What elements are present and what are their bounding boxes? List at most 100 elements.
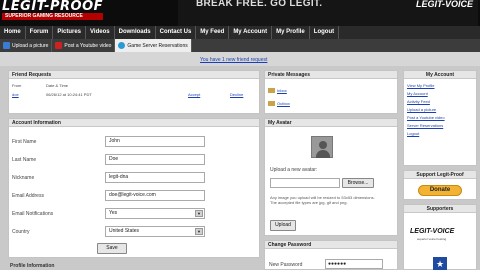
save-button[interactable]: Save	[97, 243, 127, 254]
nav-forum[interactable]: Forum	[26, 26, 54, 39]
notice-bar: You have 1 new friend request	[0, 52, 480, 66]
account-info-panel: Account Information First Name John Last…	[8, 118, 260, 258]
first-name-field[interactable]: John	[105, 136, 205, 147]
legit-voice-logo[interactable]: LEGIT-VOICE	[410, 228, 454, 235]
profile-info-title: Profile Information	[10, 263, 55, 269]
last-name-field[interactable]: Doe	[105, 154, 205, 165]
request-date: 06/26/12 at 10:24:41 PDT	[46, 92, 92, 97]
support-panel: Support Legit-Proof Donate	[403, 170, 477, 200]
panel-title: Friend Requests	[9, 71, 259, 79]
panel-title: Supporters	[404, 205, 476, 213]
panel-title: Support Legit-Proof	[404, 171, 476, 179]
nickname-field[interactable]: legit-dna	[105, 172, 205, 183]
toolbar-server-reservations[interactable]: Game Server Reservations	[115, 39, 192, 52]
column-date: Date & Time	[46, 83, 69, 88]
logo-text: LEGIT-PROOF	[2, 0, 104, 14]
friend-request-notice[interactable]: You have 1 new friend request	[200, 57, 267, 63]
email-notifications-select[interactable]: Yes ▼	[105, 208, 205, 219]
new-password-label: New Password	[269, 262, 303, 268]
donate-button[interactable]: Donate	[418, 185, 462, 196]
browse-button[interactable]: Browse...	[342, 178, 374, 188]
toolbar-post-video[interactable]: Post a Youtube video	[52, 39, 116, 52]
table-row: doe 06/26/12 at 10:24:41 PDT Accept Decl…	[9, 91, 259, 98]
email-label: Email Address	[12, 193, 44, 199]
toolbar-label: Upload a picture	[12, 42, 49, 49]
nav-home[interactable]: Home	[0, 26, 26, 39]
email-field[interactable]: doe@legit-voice.com	[105, 190, 205, 201]
action-toolbar: Upload a picture Post a Youtube video Ga…	[0, 39, 480, 52]
friend-requests-panel: Friend Requests From Date & Time doe 06/…	[8, 70, 260, 114]
upload-avatar-label: Upload a new avatar:	[270, 167, 318, 173]
picture-icon	[3, 42, 10, 49]
site-logo[interactable]: LEGIT-PROOF SUPERIOR GAMING RESOURCE	[2, 0, 104, 20]
avatar-image	[311, 136, 333, 158]
header-banner-ad[interactable]: BREAK FREE. GO LEGIT. LEGIT-VOICE	[178, 0, 478, 26]
link-view-profile[interactable]: View My Profile	[404, 82, 476, 90]
my-account-panel: My Account View My Profile My Account Ac…	[403, 70, 477, 166]
flag-badge-icon[interactable]: ★	[433, 257, 447, 270]
nav-videos[interactable]: Videos	[86, 26, 115, 39]
avatar-panel: My Avatar Upload a new avatar: Browse...…	[264, 118, 398, 236]
toolbar-upload-picture[interactable]: Upload a picture	[0, 39, 53, 52]
nav-my-account[interactable]: My Account	[229, 26, 273, 39]
change-password-panel: Change Password New Password ●●●●●●	[264, 240, 398, 270]
nav-logout[interactable]: Logout	[310, 26, 340, 39]
toolbar-label: Game Server Reservations	[127, 42, 188, 49]
link-post-video[interactable]: Post a Youtube video	[404, 114, 476, 122]
nav-pictures[interactable]: Pictures	[53, 26, 87, 39]
select-value: United States	[109, 228, 140, 234]
account-links: View My Profile My Account Activity Feed…	[404, 79, 476, 138]
link-upload-picture[interactable]: Upload a picture	[404, 106, 476, 114]
avatar-body-icon	[316, 150, 330, 158]
country-label: Country	[12, 229, 30, 235]
column-from: From	[12, 83, 22, 88]
toolbar-label: Post a Youtube video	[64, 42, 112, 49]
select-value: Yes	[109, 210, 118, 216]
upload-button[interactable]: Upload	[270, 220, 296, 231]
folder-icon	[268, 88, 275, 93]
folder-icon	[268, 101, 275, 106]
avatar-help-text: Any image you upload will be resized to …	[270, 195, 375, 205]
site-header: LEGIT-PROOF SUPERIOR GAMING RESOURCE BRE…	[0, 0, 480, 26]
last-name-label: Last Name	[12, 157, 37, 163]
inbox-link[interactable]: Inbox	[268, 88, 287, 93]
outbox-link[interactable]: Outbox	[268, 101, 290, 106]
nav-contact-us[interactable]: Contact Us	[156, 26, 197, 39]
panel-title: My Avatar	[265, 119, 397, 127]
panel-title: My Account	[404, 71, 476, 79]
accept-link[interactable]: Accept	[188, 91, 230, 98]
first-name-label: First Name	[12, 139, 37, 145]
link-activity-feed[interactable]: Activity Feed	[404, 98, 476, 106]
email-notifications-label: Email Notifications	[12, 211, 54, 217]
main-nav: Home Forum Pictures Videos Downloads Con…	[0, 26, 480, 39]
avatar-silhouette-icon	[319, 141, 327, 149]
request-from-link[interactable]: doe	[12, 91, 40, 98]
inbox-label: Inbox	[277, 88, 287, 93]
country-select[interactable]: United States ▼	[105, 226, 205, 237]
panel-title: Change Password	[265, 241, 397, 249]
private-messages-panel: Private Messages Inbox Outbox	[264, 70, 398, 114]
banner-brand-logo: LEGIT-VOICE	[416, 0, 474, 9]
link-logout[interactable]: Logout	[404, 130, 476, 138]
chevron-down-icon: ▼	[195, 210, 203, 217]
table-header: From Date & Time	[9, 82, 259, 89]
nav-my-profile[interactable]: My Profile	[272, 26, 310, 39]
gamepad-icon	[118, 42, 126, 49]
logo-tagline: SUPERIOR GAMING RESOURCE	[2, 13, 104, 20]
panel-title: Private Messages	[265, 71, 397, 79]
new-password-field[interactable]: ●●●●●●	[325, 259, 383, 269]
youtube-icon	[55, 42, 63, 49]
banner-slogan: BREAK FREE. GO LEGIT.	[196, 0, 323, 9]
legit-voice-tagline: superior voice hosting	[417, 237, 447, 241]
link-my-account[interactable]: My Account	[404, 90, 476, 98]
nav-my-feed[interactable]: My Feed	[196, 26, 230, 39]
nickname-label: Nickname	[12, 175, 35, 181]
chevron-down-icon: ▼	[195, 228, 203, 235]
panel-title: Account Information	[9, 119, 259, 127]
nav-downloads[interactable]: Downloads	[115, 26, 156, 39]
avatar-file-input[interactable]	[270, 178, 340, 188]
link-server-reservations[interactable]: Server Reservations	[404, 122, 476, 130]
supporters-panel: Supporters LEGIT-VOICE superior voice ho…	[403, 204, 477, 270]
outbox-label: Outbox	[277, 101, 290, 106]
decline-link[interactable]: Decline	[230, 91, 243, 98]
